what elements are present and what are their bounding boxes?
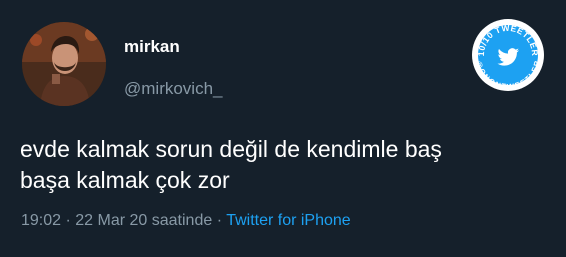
ontweetler-badge: 10/10 TWEETLER @ONONTWEETLER [470,17,546,93]
avatar-photo [22,22,106,106]
meta-separator: · [61,212,76,229]
tweet-card: mirkan @mirkovich_ 10/10 TWEETLER @ONONT… [0,0,566,257]
meta-separator: · [212,212,227,229]
tweet-date[interactable]: 22 Mar 20 saatinde [75,212,212,229]
tweet-meta: 19:02 · 22 Mar 20 saatinde · Twitter for… [21,212,351,230]
avatar[interactable] [22,22,106,106]
tweet-time[interactable]: 19:02 [21,212,61,229]
tweet-source-link[interactable]: Twitter for iPhone [226,212,351,229]
badge-logo-icon: 10/10 TWEETLER @ONONTWEETLER [472,19,544,91]
tweet-text-line: evde kalmak sorun değil de kendimle baş [20,136,442,162]
display-name[interactable]: mirkan [124,37,180,57]
tweet-text: evde kalmak sorun değil de kendimle baş … [20,134,550,196]
user-handle[interactable]: @mirkovich_ [124,79,223,99]
tweet-text-line: başa kalmak çok zor [20,167,230,193]
